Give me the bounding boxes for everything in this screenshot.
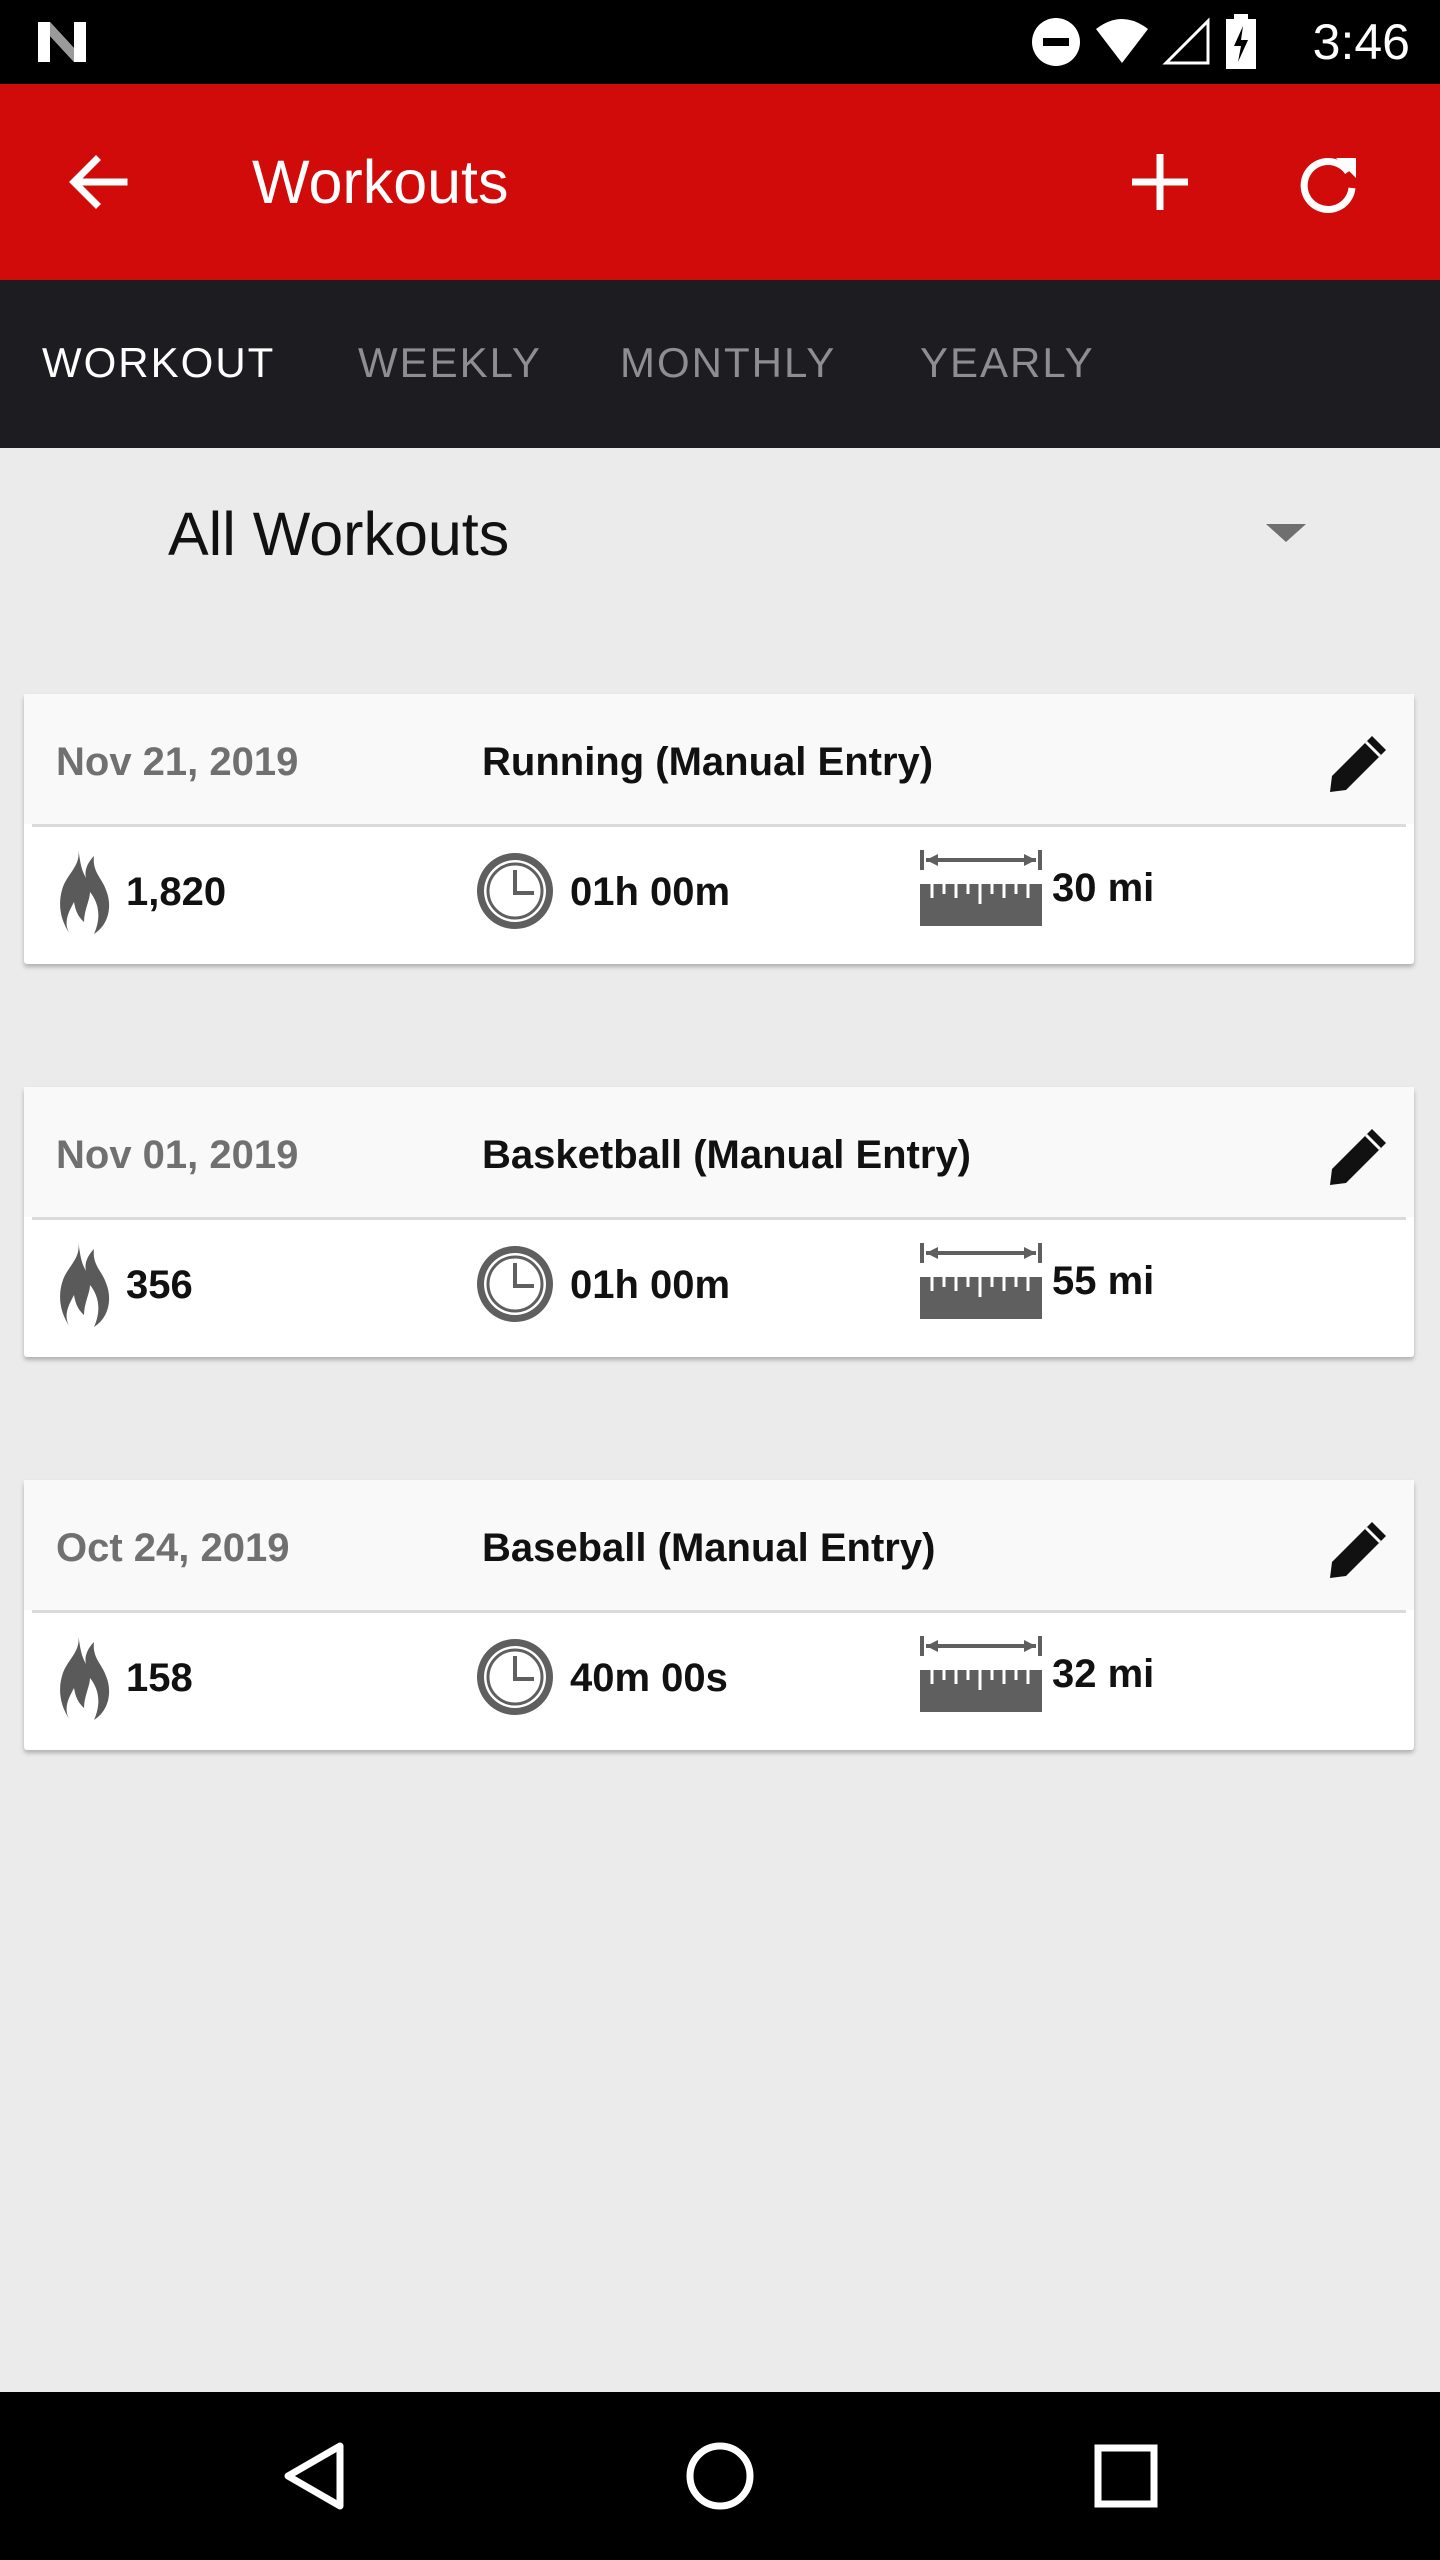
status-bar: 3:46	[0, 0, 1440, 84]
ruler-distance-icon	[920, 850, 1042, 926]
edit-pencil-icon[interactable]	[1324, 728, 1394, 798]
battery-charging-icon	[1226, 14, 1256, 69]
workout-name: Basketball (Manual Entry)	[482, 1133, 972, 1177]
status-icons	[1030, 14, 1258, 70]
edit-pencil-icon[interactable]	[1324, 1514, 1394, 1584]
workout-card[interactable]: Nov 21, 2019 Running (Manual Entry) 1,820 0…	[24, 694, 1414, 964]
period-tabs: WORKOUT WEEKLY MONTHLY YEARLY	[0, 280, 1440, 448]
clock-icon	[477, 853, 553, 929]
tab-weekly[interactable]: WEEKLY	[358, 338, 542, 388]
edit-pencil-icon[interactable]	[1324, 1121, 1394, 1191]
workout-card[interactable]: Oct 24, 2019 Baseball (Manual Entry) 158 40…	[24, 1480, 1414, 1750]
ruler-distance-icon	[920, 1243, 1042, 1319]
workout-card[interactable]: Nov 01, 2019 Basketball (Manual Entry) 356…	[24, 1087, 1414, 1357]
back-triangle-icon[interactable]	[276, 2436, 356, 2516]
workout-date: Nov 01, 2019	[56, 1133, 299, 1177]
status-time: 3:46	[1312, 14, 1410, 70]
workout-calories: 1,820	[126, 870, 227, 914]
workout-distance: 30 mi	[1052, 866, 1155, 910]
add-icon[interactable]	[1122, 144, 1198, 220]
page-title: Workouts	[252, 148, 509, 216]
ruler-distance-icon	[920, 1636, 1042, 1712]
dropdown-caret-icon	[1266, 524, 1306, 542]
divider	[32, 1610, 1406, 1613]
workout-date: Oct 24, 2019	[56, 1526, 290, 1570]
workout-name: Baseball (Manual Entry)	[482, 1526, 936, 1570]
back-arrow-icon[interactable]	[62, 146, 134, 218]
signal-icon	[1162, 17, 1210, 65]
tab-yearly[interactable]: YEARLY	[920, 338, 1095, 388]
do-not-disturb-icon	[1032, 18, 1080, 66]
workout-distance: 32 mi	[1052, 1652, 1155, 1696]
clock-icon	[477, 1246, 553, 1322]
workout-duration: 01h 00m	[570, 870, 731, 914]
wifi-icon	[1096, 19, 1148, 63]
filter-selected-value: All Workouts	[168, 500, 510, 568]
workout-duration: 01h 00m	[570, 1263, 731, 1307]
flame-icon	[60, 1241, 110, 1327]
clock-icon	[477, 1639, 553, 1715]
workout-filter-dropdown[interactable]: All Workouts	[0, 448, 1440, 618]
workout-calories: 158	[126, 1656, 193, 1700]
workout-calories: 356	[126, 1263, 193, 1307]
workout-distance: 55 mi	[1052, 1259, 1155, 1303]
refresh-icon[interactable]	[1290, 144, 1366, 220]
flame-icon	[60, 848, 110, 934]
workout-name: Running (Manual Entry)	[482, 740, 934, 784]
app-bar: Workouts	[0, 84, 1440, 280]
recents-square-icon[interactable]	[1086, 2436, 1166, 2516]
tab-workout[interactable]: WORKOUT	[42, 338, 275, 388]
flame-icon	[60, 1634, 110, 1720]
system-nav-bar	[0, 2392, 1440, 2560]
workout-duration: 40m 00s	[570, 1656, 728, 1700]
divider	[32, 1217, 1406, 1220]
n-logo-icon	[38, 22, 86, 62]
home-circle-icon[interactable]	[680, 2436, 760, 2516]
tab-monthly[interactable]: MONTHLY	[620, 338, 836, 388]
workout-date: Nov 21, 2019	[56, 740, 299, 784]
divider	[32, 824, 1406, 827]
